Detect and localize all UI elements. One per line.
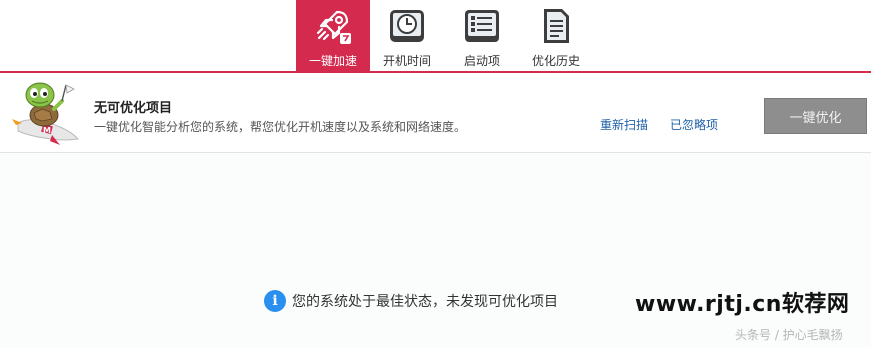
tab-boot-time[interactable]: 开机时间 bbox=[370, 0, 444, 72]
tab-label: 启动项 bbox=[463, 54, 500, 68]
top-tab-bar: 一键加速 开机时间 启动项 优化历史 bbox=[0, 0, 871, 73]
clock-icon bbox=[387, 6, 427, 46]
tab-label: 一键加速 bbox=[308, 54, 357, 68]
status-message: i 您的系统处于最佳状态，未发现可优化项目 bbox=[264, 290, 558, 312]
rocket-icon bbox=[313, 6, 353, 46]
site-watermark: www.rjtj.cn软荐网 bbox=[635, 292, 850, 317]
status-text: 您的系统处于最佳状态，未发现可优化项目 bbox=[292, 294, 558, 310]
panel-title: 无可优化项目 bbox=[94, 101, 173, 116]
turtle-rocket-mascot-icon: M bbox=[12, 79, 80, 149]
document-icon bbox=[536, 6, 576, 46]
tab-startup-items[interactable]: 启动项 bbox=[444, 0, 520, 72]
optimize-summary-panel: M 无可优化项目 一键优化智能分析您的系统，帮您优化开机速度以及系统和网络速度。… bbox=[0, 73, 871, 153]
tab-label: 开机时间 bbox=[382, 54, 431, 68]
checklist-icon bbox=[462, 6, 502, 46]
one-key-optimize-button[interactable]: 一键优化 bbox=[764, 98, 867, 134]
info-icon: i bbox=[264, 290, 286, 312]
rescan-link[interactable]: 重新扫描 bbox=[600, 116, 648, 133]
ignored-items-link[interactable]: 已忽略项 bbox=[670, 116, 718, 133]
tab-label: 优化历史 bbox=[531, 54, 580, 68]
svg-text:M: M bbox=[43, 126, 51, 135]
panel-description: 一键优化智能分析您的系统，帮您优化开机速度以及系统和网络速度。 bbox=[94, 120, 467, 134]
author-watermark: 头条号 / 护心毛飘扬 bbox=[735, 328, 843, 342]
tab-one-key-speedup[interactable]: 一键加速 bbox=[296, 0, 370, 72]
tab-optimize-history[interactable]: 优化历史 bbox=[518, 0, 594, 72]
